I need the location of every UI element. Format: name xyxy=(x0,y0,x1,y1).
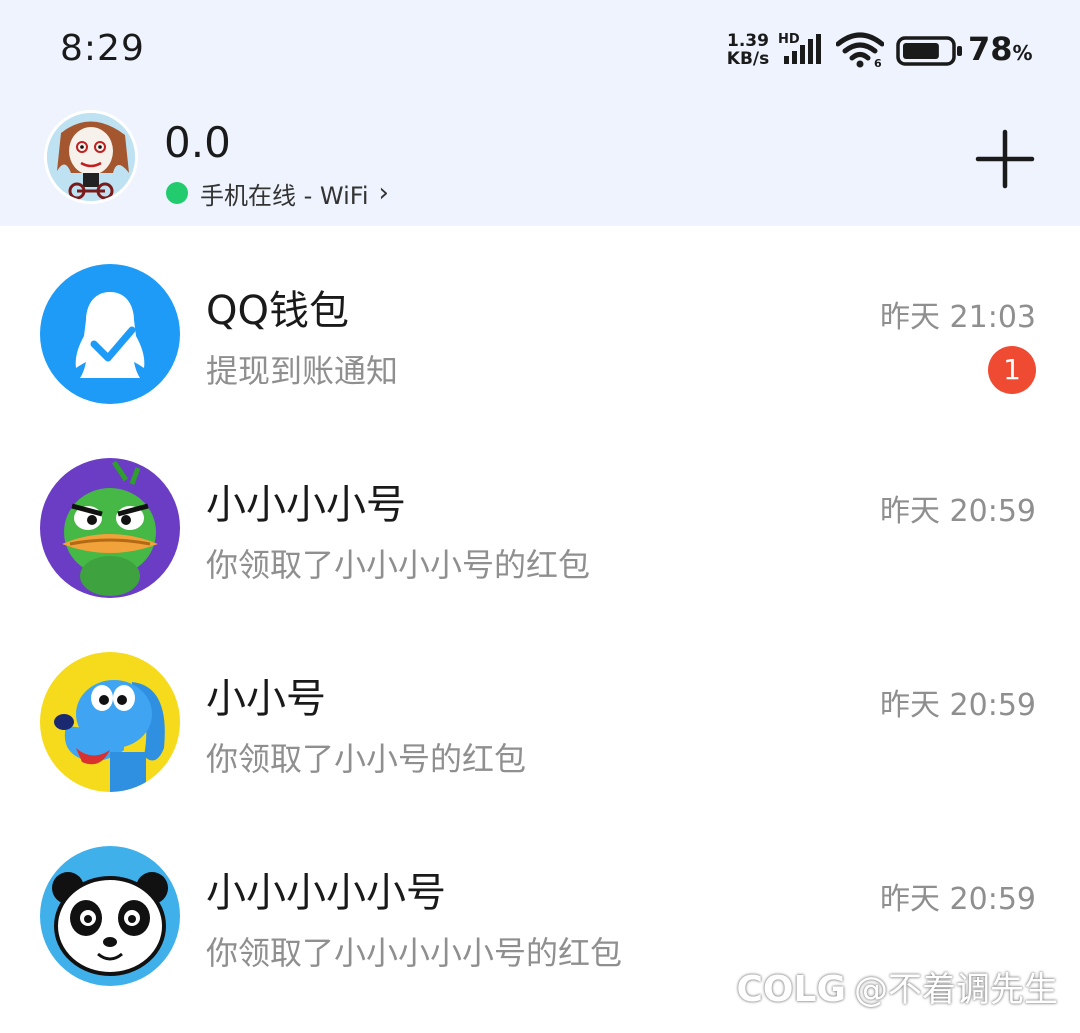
chat-time: 昨天 20:59 xyxy=(880,882,1036,917)
battery-percent: 78% xyxy=(968,30,1033,68)
online-dot-icon xyxy=(166,182,188,204)
battery-icon xyxy=(896,36,964,66)
wifi-icon: 6 xyxy=(835,32,885,70)
cellular-signal-icon: HD xyxy=(778,32,828,66)
status-bar: 8:29 1.39 KB/s HD 6 78% xyxy=(0,0,1080,100)
add-button[interactable] xyxy=(974,128,1036,190)
watermark-logo: COLG xyxy=(736,969,846,1010)
panda-avatar-icon xyxy=(40,846,180,986)
qq-wallet-logo-icon xyxy=(40,264,180,404)
unread-badge: 1 xyxy=(988,346,1036,394)
chat-preview: 提现到账通知 xyxy=(206,352,399,390)
chat-time: 昨天 21:03 xyxy=(880,300,1036,335)
watermark-text: @不着调先生 xyxy=(854,970,1058,1010)
chevron-right-icon: › xyxy=(378,178,389,208)
chat-preview: 你领取了小小号的红包 xyxy=(206,740,527,778)
battery-percent-sign: % xyxy=(1012,41,1033,65)
network-speed-value: 1.39 xyxy=(727,31,769,51)
chat-name: QQ钱包 xyxy=(206,288,349,334)
online-status-row[interactable]: 手机在线 - WiFi › xyxy=(166,178,389,210)
plus-icon xyxy=(975,129,1035,189)
chat-time: 昨天 20:59 xyxy=(880,494,1036,529)
chat-preview: 你领取了小小小小号的红包 xyxy=(206,546,591,584)
chat-name: 小小号 xyxy=(206,676,326,722)
my-avatar[interactable] xyxy=(44,110,138,204)
network-speed-unit: KB/s xyxy=(726,49,770,69)
status-time: 8:29 xyxy=(60,28,145,69)
account-nickname: 0.0 xyxy=(164,118,231,167)
chat-item-xiaoxiaohao[interactable]: 小小号 你领取了小小号的红包 昨天 20:59 xyxy=(0,614,1080,808)
hd-label: HD xyxy=(778,32,800,47)
online-status-text: 手机在线 - WiFi xyxy=(200,181,369,210)
chat-preview: 你领取了小小小小小号的红包 xyxy=(206,934,623,972)
chat-name: 小小小小小号 xyxy=(206,870,446,916)
chat-time: 昨天 20:59 xyxy=(880,688,1036,723)
blue-dog-avatar-icon xyxy=(40,652,180,792)
chat-name: 小小小小号 xyxy=(206,482,406,528)
chat-list: QQ钱包 提现到账通知 昨天 21:03 1 小小小小号 你领取了小小小小号的红… xyxy=(0,226,1080,1033)
chat-item-qq-wallet[interactable]: QQ钱包 提现到账通知 昨天 21:03 1 xyxy=(0,226,1080,420)
chat-item-xiaoxiaoxiaoxiaohao[interactable]: 小小小小号 你领取了小小小小号的红包 昨天 20:59 xyxy=(0,420,1080,614)
watermark: COLG @不着调先生 xyxy=(736,962,1058,1011)
green-duck-avatar-icon xyxy=(40,458,180,598)
network-speed: 1.39 KB/s xyxy=(722,32,774,68)
battery-percent-value: 78 xyxy=(968,30,1013,68)
account-header: 0.0 手机在线 - WiFi › xyxy=(0,100,1080,226)
svg-text:6: 6 xyxy=(874,57,882,68)
top-area: 8:29 1.39 KB/s HD 6 78% 0.0 手机在线 - WiFi … xyxy=(0,0,1080,226)
battery-fill xyxy=(903,43,939,59)
